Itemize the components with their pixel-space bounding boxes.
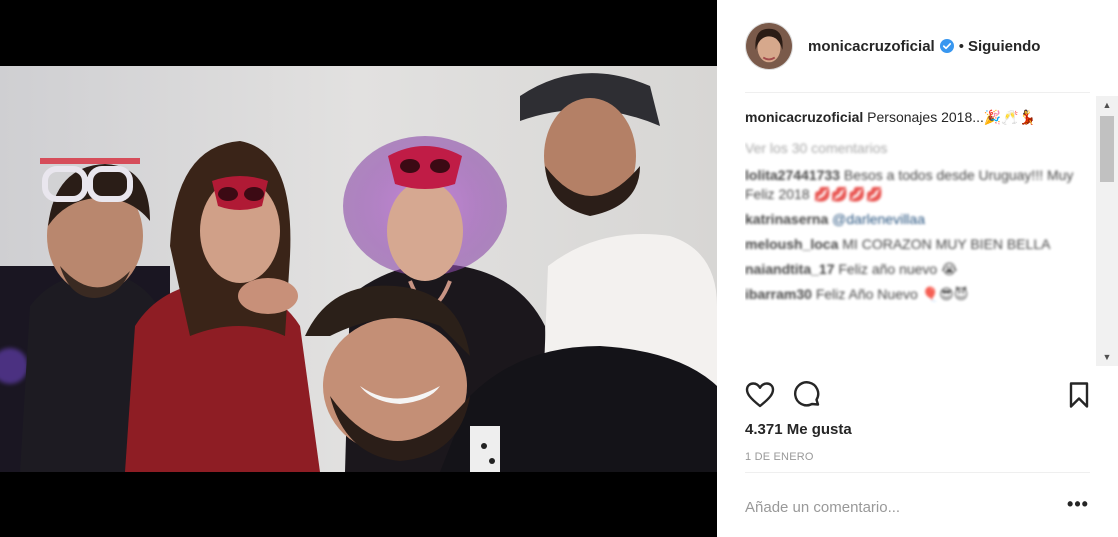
comment-item: naiandtita_17 Feliz año nuevo 😭 (745, 260, 1090, 279)
comment-username[interactable]: lolita27441733 (745, 167, 840, 183)
follow-status-button[interactable]: Siguiendo (968, 38, 1041, 55)
verified-badge-icon (939, 39, 954, 53)
likes-count[interactable]: 4.371 Me gusta (745, 421, 852, 438)
caption-text: Personajes 2018...🎉🥂💃 (867, 109, 1037, 125)
heart-icon[interactable] (745, 380, 775, 410)
comment-username[interactable]: naiandtita_17 (745, 261, 834, 277)
post-date[interactable]: 1 DE ENERO (745, 451, 814, 463)
post-caption: monicacruzoficial Personajes 2018...🎉🥂💃 (745, 108, 1090, 127)
scroll-down-arrow-icon[interactable]: ▼ (1096, 348, 1118, 366)
post-side-panel: monicacruzoficial • Siguiendo monicacruz… (717, 0, 1118, 537)
header-username[interactable]: monicacruzoficial (808, 38, 935, 55)
view-all-comments-link[interactable]: Ver los 30 comentarios (745, 139, 1090, 158)
party-photo-image (0, 66, 717, 472)
bookmark-icon[interactable] (1064, 380, 1094, 410)
post-photo[interactable] (0, 66, 717, 472)
add-comment-input[interactable] (745, 496, 1025, 518)
comment-item: katrinaserna @darlenevillaa (745, 210, 1090, 229)
comment-username[interactable]: ibarram30 (745, 286, 812, 302)
avatar[interactable] (745, 22, 793, 70)
comment-text: Feliz Año Nuevo 🎈😎😈 (815, 286, 969, 302)
comment-username[interactable]: meloush_loca (745, 236, 838, 252)
post-media (0, 0, 717, 537)
comment-item: lolita27441733 Besos a todos desde Urugu… (745, 166, 1090, 204)
header-separator: • (958, 37, 964, 55)
scrollbar-thumb[interactable] (1100, 116, 1114, 182)
comment-item: meloush_loca MI CORAZON MUY BIEN BELLA (745, 235, 1090, 254)
comment-item: ibarram30 Feliz Año Nuevo 🎈😎😈 (745, 285, 1090, 304)
scroll-up-arrow-icon[interactable]: ▲ (1096, 96, 1118, 114)
comments-list: monicacruzoficial Personajes 2018...🎉🥂💃 … (745, 108, 1090, 366)
comment-mention-link[interactable]: @darlenevillaa (832, 211, 925, 227)
more-options-icon[interactable]: ••• (1066, 495, 1090, 518)
comments-scrollbar[interactable]: ▲ ▼ (1096, 96, 1118, 366)
comment-text: Feliz año nuevo 😭 (838, 261, 958, 277)
post-header: monicacruzoficial • Siguiendo (717, 0, 1118, 92)
caption-username[interactable]: monicacruzoficial (745, 109, 863, 125)
header-divider (745, 92, 1090, 93)
post-actions (745, 374, 1090, 418)
comment-divider (745, 472, 1090, 473)
comment-text: MI CORAZON MUY BIEN BELLA (842, 236, 1051, 252)
comment-username[interactable]: katrinaserna (745, 211, 828, 227)
comment-icon[interactable] (792, 380, 822, 410)
